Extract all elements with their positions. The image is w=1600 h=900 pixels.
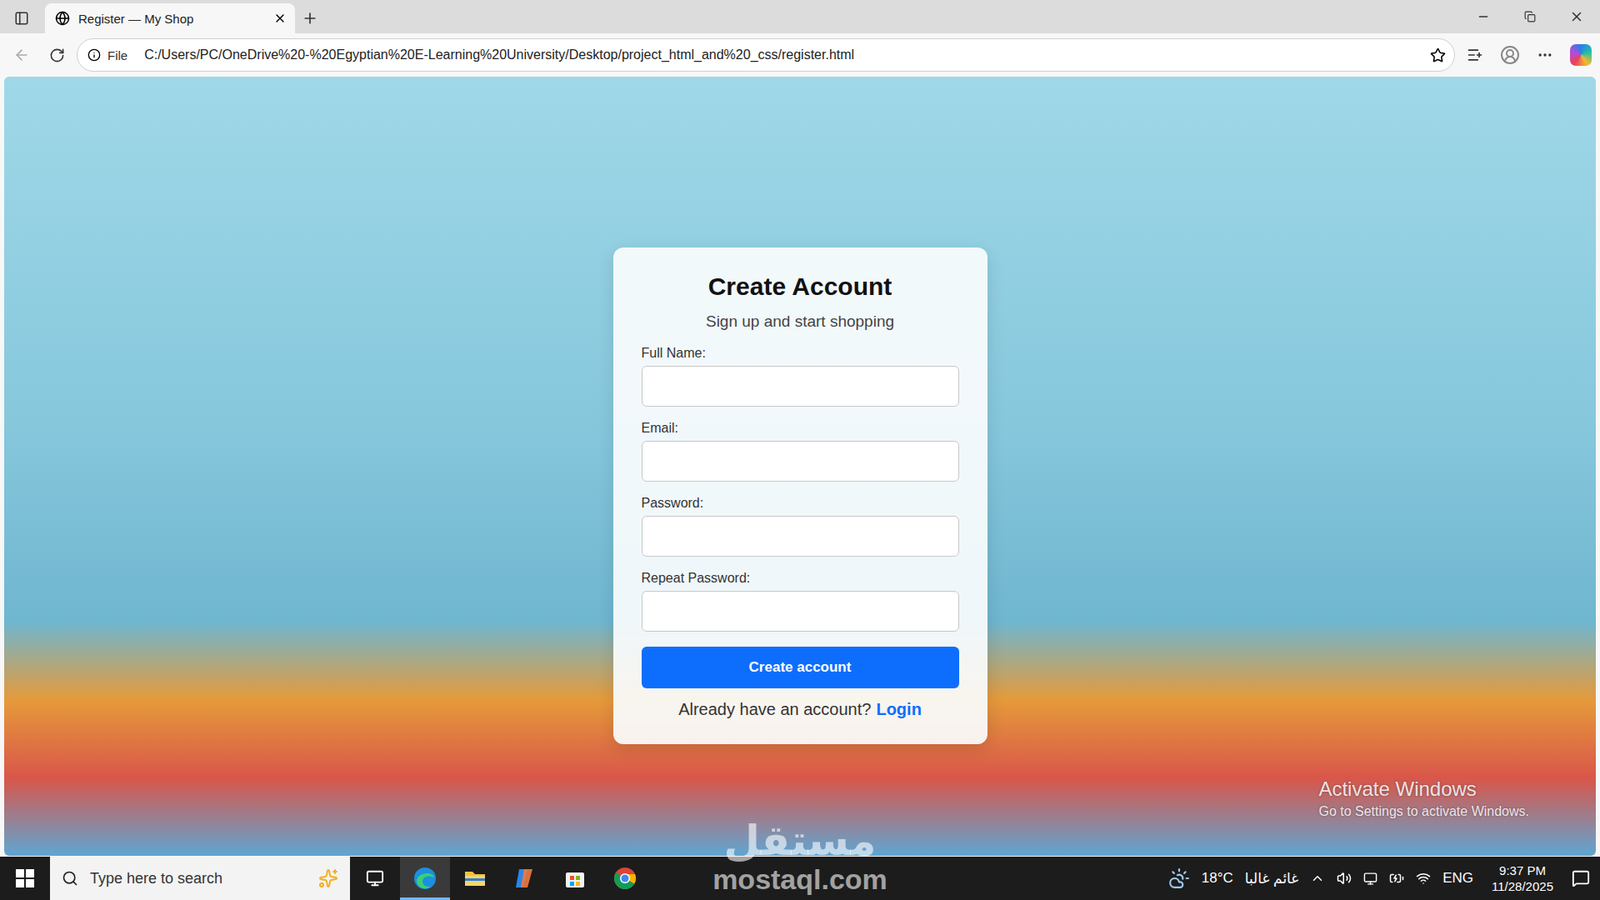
display-icon[interactable]	[1363, 871, 1378, 886]
favorites-icon	[1466, 46, 1484, 64]
address-row: File C:/Users/PC/OneDrive%20-%20Egyptian%…	[0, 33, 1600, 77]
search-placeholder: Type here to search	[90, 870, 307, 888]
clock-date: 11/28/2025	[1491, 878, 1554, 895]
info-icon	[87, 48, 101, 62]
store-icon	[562, 865, 588, 891]
new-tab-button[interactable]	[295, 3, 325, 34]
weather-temp[interactable]: 18°C	[1201, 870, 1234, 887]
close-button[interactable]	[1553, 0, 1600, 34]
card-title: Create Account	[641, 272, 960, 301]
form-field: Full Name:	[641, 345, 960, 407]
field-input[interactable]	[641, 590, 960, 632]
back-button[interactable]	[6, 40, 37, 70]
activate-hint: Go to Settings to activate Windows.	[1318, 804, 1530, 820]
back-arrow-icon	[13, 46, 30, 64]
start-button[interactable]	[0, 856, 50, 900]
watermark-url: mostaql.com	[712, 864, 888, 895]
taskbar-app[interactable]	[600, 856, 650, 900]
weather-icon	[1168, 867, 1190, 890]
taskbar-app[interactable]	[550, 856, 600, 900]
site-watermark: مستقلmostaql.com	[704, 818, 896, 895]
reload-button[interactable]	[41, 40, 72, 70]
page-background: Create Account Sign up and start shopping…	[4, 76, 1596, 856]
close-window-icon	[1569, 9, 1585, 25]
activate-windows-watermark: Activate Windows Go to Settings to activa…	[1318, 777, 1530, 820]
taskbar-search[interactable]: Type here to search	[50, 856, 350, 900]
clock-time: 9:37 PM	[1499, 862, 1546, 880]
taskbar-app[interactable]	[500, 856, 550, 900]
desktop: Register — My Shop File C:/Users/PC/OneDri…	[0, 0, 1600, 900]
globe-icon	[55, 10, 70, 26]
address-url[interactable]: C:/Users/PC/OneDrive%20-%20Egyptian%20E-…	[144, 47, 1424, 63]
chevron-up-icon[interactable]	[1310, 870, 1325, 886]
close-icon[interactable]	[273, 11, 287, 25]
taskbar: Type here to search 18°C غائم غالبا ENG 9:37…	[0, 856, 1600, 900]
chrome-icon	[612, 865, 638, 891]
profile-icon	[1500, 45, 1520, 65]
login-link[interactable]: Login	[875, 700, 921, 719]
create-account-button[interactable]: Create account	[641, 646, 960, 689]
field-input[interactable]	[641, 440, 960, 482]
window-controls	[1460, 0, 1600, 34]
menu-button[interactable]	[1530, 40, 1560, 70]
task-view-button[interactable]	[350, 856, 400, 900]
search-icon	[61, 870, 79, 887]
plus-icon	[301, 10, 319, 27]
watermark-logo: مستقل	[724, 818, 877, 865]
copilot-icon	[512, 865, 538, 891]
folder-icon	[462, 865, 488, 891]
login-prompt: Already have an account?Login	[641, 700, 960, 720]
field-label: Password:	[641, 495, 960, 511]
content-frame: Create Account Sign up and start shopping…	[0, 76, 1600, 857]
field-label: Repeat Password:	[641, 570, 960, 586]
notifications-icon[interactable]	[1571, 869, 1590, 888]
tab-title: Register — My Shop	[78, 11, 265, 26]
copilot-icon[interactable]	[1570, 44, 1592, 66]
activate-title: Activate Windows	[1318, 777, 1530, 801]
task-view-icon	[365, 869, 385, 888]
field-label: Full Name:	[641, 345, 960, 361]
reload-icon	[49, 47, 65, 64]
panel-icon	[14, 10, 30, 26]
restore-icon	[1524, 10, 1536, 23]
field-input[interactable]	[641, 515, 960, 557]
address-bar[interactable]: File C:/Users/PC/OneDrive%20-%20Egyptian%…	[76, 38, 1455, 72]
ellipsis-icon	[1536, 46, 1554, 64]
volume-icon[interactable]	[1336, 870, 1352, 886]
favorites-button[interactable]	[1460, 40, 1490, 70]
address-scheme: File	[107, 48, 138, 63]
clock[interactable]: 9:37 PM11/28/2025	[1485, 862, 1560, 895]
weather-condition[interactable]: غائم غالبا	[1245, 870, 1299, 888]
field-input[interactable]	[641, 365, 960, 407]
battery-icon[interactable]	[1389, 870, 1405, 886]
form-field: Password:	[641, 495, 960, 557]
sparkles-icon	[318, 868, 339, 889]
system-tray: 18°C غائم غالبا ENG 9:37 PM11/28/2025	[1168, 856, 1600, 900]
minimize-button[interactable]	[1460, 0, 1507, 34]
register-card: Create Account Sign up and start shopping…	[613, 247, 988, 745]
wifi-icon[interactable]	[1415, 870, 1431, 886]
minimize-icon	[1476, 10, 1490, 24]
edge-icon	[412, 865, 438, 891]
language-indicator[interactable]: ENG	[1442, 870, 1474, 887]
field-label: Email:	[641, 420, 960, 436]
taskbar-app[interactable]	[400, 856, 450, 900]
card-subtitle: Sign up and start shopping	[641, 312, 960, 331]
taskbar-app[interactable]	[450, 856, 500, 900]
windows-logo-icon	[15, 869, 35, 888]
tab-actions-button[interactable]	[6, 3, 37, 34]
profile-button[interactable]	[1495, 40, 1525, 70]
form-field: Repeat Password:	[641, 570, 960, 632]
browser-tab[interactable]: Register — My Shop	[45, 3, 295, 34]
star-icon[interactable]	[1430, 47, 1446, 64]
tab-strip: Register — My Shop	[0, 0, 1600, 34]
restore-button[interactable]	[1506, 0, 1554, 34]
form-field: Email:	[641, 420, 960, 482]
